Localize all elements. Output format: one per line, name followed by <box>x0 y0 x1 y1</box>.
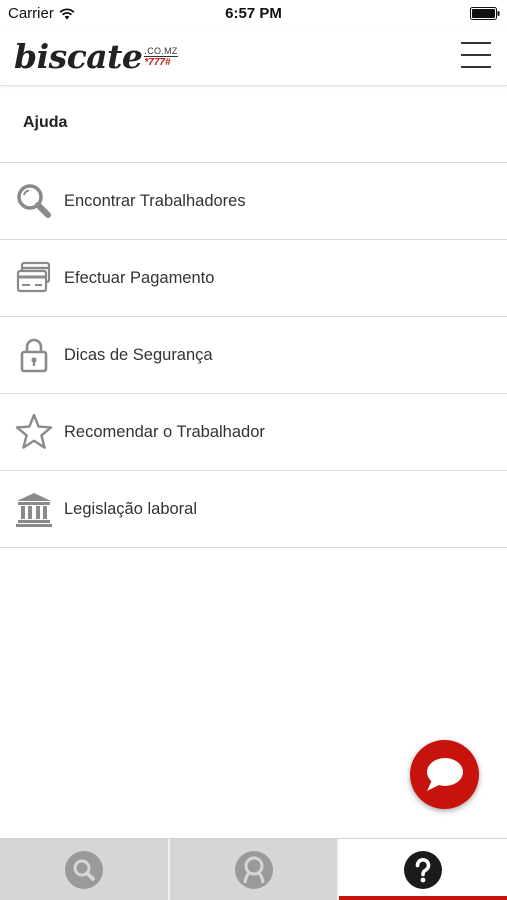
help-item-label: Dicas de Segurança <box>64 345 213 364</box>
help-item-label: Encontrar Trabalhadores <box>64 191 246 210</box>
logo-wordmark: biscate <box>14 37 143 76</box>
hamburger-menu-button[interactable] <box>461 42 491 68</box>
status-time: 6:57 PM <box>225 5 282 22</box>
help-item-make-payment[interactable]: Efectuar Pagamento <box>0 240 507 317</box>
app-header: biscate .CO.MZ *777# <box>0 28 507 86</box>
star-icon <box>0 394 64 471</box>
lock-icon <box>0 317 64 394</box>
chat-button[interactable] <box>410 740 479 809</box>
menu-bar-bottom <box>461 66 491 68</box>
tab-profile[interactable] <box>167 839 338 900</box>
tab-search[interactable] <box>0 839 168 900</box>
bottom-tab-bar <box>0 838 507 900</box>
tab-help[interactable] <box>337 839 507 900</box>
search-icon <box>64 850 103 889</box>
menu-bar-top <box>461 42 491 44</box>
help-item-label: Efectuar Pagamento <box>64 268 215 287</box>
help-item-safety-tips[interactable]: Dicas de Segurança <box>0 317 507 394</box>
search-icon <box>0 163 64 240</box>
card-icon <box>0 240 64 317</box>
help-item-label: Legislação laboral <box>64 499 198 518</box>
help-list: Encontrar Trabalhadores Efectuar Pagamen… <box>0 162 507 548</box>
help-item-label: Recomendar o Trabalhador <box>64 422 265 441</box>
menu-bar-middle <box>461 54 491 56</box>
biscate-logo[interactable]: biscate .CO.MZ *777# <box>14 36 178 76</box>
question-icon <box>404 850 443 889</box>
battery-icon <box>470 7 500 20</box>
help-item-recommend-worker[interactable]: Recomendar o Trabalhador <box>0 394 507 471</box>
person-icon <box>234 850 273 889</box>
bank-icon <box>0 471 64 548</box>
logo-suffix: .CO.MZ *777# <box>144 46 178 68</box>
logo-ussd-code: *777# <box>144 57 171 68</box>
help-item-find-workers[interactable]: Encontrar Trabalhadores <box>0 163 507 240</box>
page-title: Ajuda <box>23 114 68 131</box>
logo-domain: .CO.MZ <box>144 46 178 57</box>
chat-bubble-icon <box>426 757 463 791</box>
status-bar: Carrier 6:57 PM <box>0 0 507 28</box>
help-item-labor-law[interactable]: Legislação laboral <box>0 471 507 548</box>
